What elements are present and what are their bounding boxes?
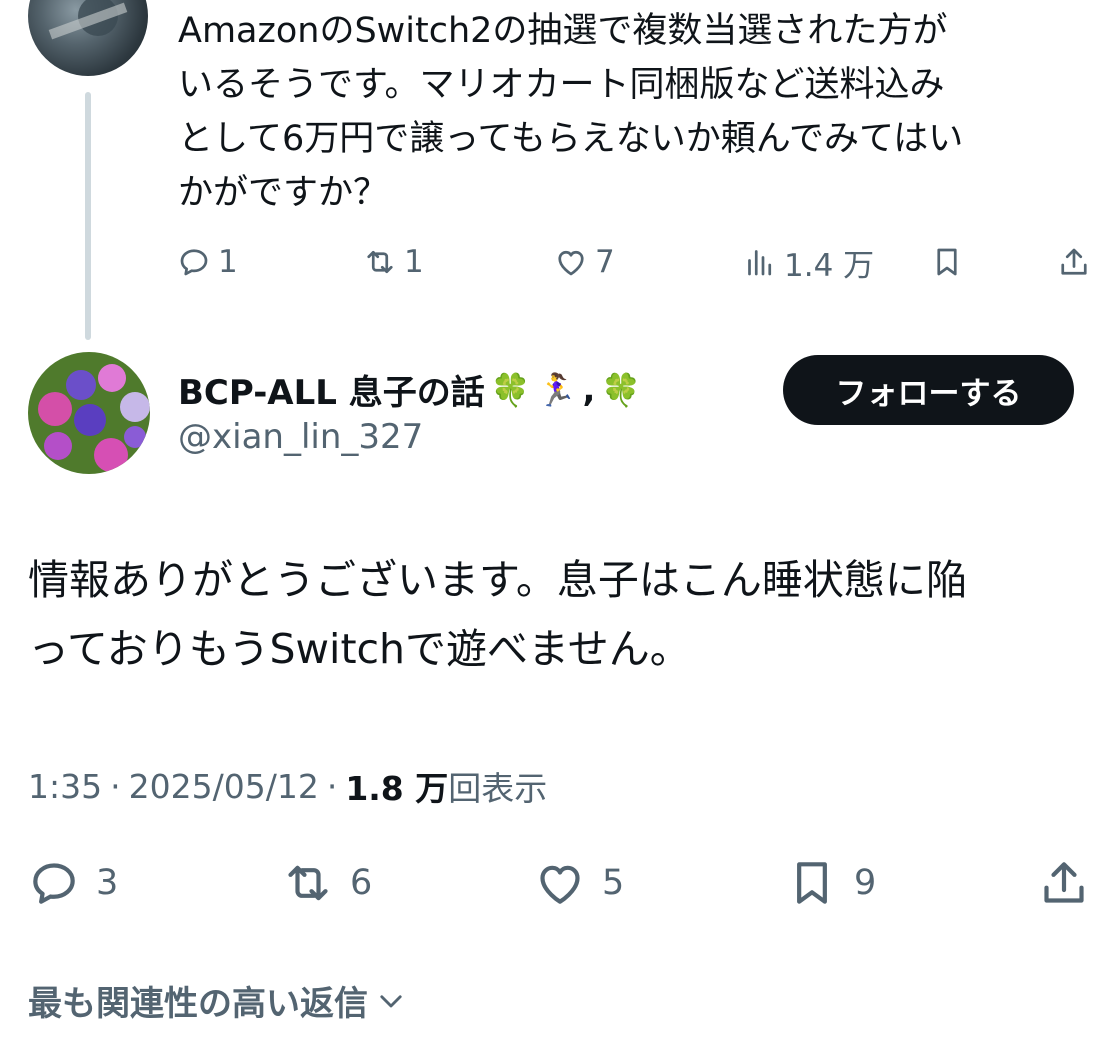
- chevron-down-icon: [380, 994, 402, 1007]
- parent-reply-count: 1: [218, 244, 238, 280]
- views-label: 回表示: [448, 769, 548, 808]
- parent-text-line: いるそうです。マリオカート同梱版など送料込み: [178, 65, 945, 105]
- parent-repost-count: 1: [404, 244, 424, 280]
- display-name: BCP-ALL 息子の話: [178, 373, 485, 413]
- tweet-text-line: っておりもうSwitchで遊べません。: [28, 625, 691, 673]
- parent-repost-button[interactable]: 1: [362, 236, 424, 288]
- like-count: 5: [602, 863, 625, 903]
- reply-button[interactable]: 3: [26, 853, 118, 913]
- tweet-date[interactable]: 2025/05/12: [129, 767, 319, 806]
- meta-separator: ·: [326, 766, 338, 806]
- parent-views-button[interactable]: 1.4 万: [742, 236, 874, 288]
- parent-text-line: として6万円で譲ってもらえないか頼んでみてはい: [178, 119, 964, 159]
- reply-sort-dropdown[interactable]: 最も関連性の高い返信: [28, 976, 408, 1025]
- bookmark-icon: [797, 862, 827, 904]
- tweet-metadata: 1:35 · 2025/05/12 · 1.8 万 回表示: [28, 762, 547, 810]
- tweet-text-line: 情報ありがとうございます。息子はこん睡状態に陥: [28, 556, 967, 604]
- repost-count: 6: [350, 863, 373, 903]
- views-bar-chart-icon: [748, 250, 772, 276]
- clover-emoji: 🍀: [490, 370, 531, 409]
- author-name[interactable]: BCP-ALL 息子の話 🍀 🏃‍♀️ , 🍀: [178, 365, 641, 414]
- bookmark-icon: [937, 248, 957, 276]
- share-button[interactable]: [1036, 853, 1092, 913]
- parent-bookmark-button[interactable]: [929, 236, 965, 288]
- share-icon: [1061, 248, 1087, 275]
- repost-icon: [288, 865, 328, 901]
- thread-connector-line: [85, 92, 91, 340]
- meta-separator: ·: [110, 766, 121, 806]
- reply-icon: [180, 249, 208, 276]
- reply-count: 3: [96, 863, 119, 903]
- reply-icon: [33, 863, 75, 904]
- parent-avatar[interactable]: [28, 0, 148, 76]
- follow-button[interactable]: フォローする: [783, 355, 1074, 425]
- parent-text-line: かがですか？: [178, 173, 389, 213]
- parent-views-count: 1.4 万: [784, 247, 875, 284]
- tweet-time[interactable]: 1:35: [28, 767, 102, 806]
- repost-button[interactable]: 6: [280, 853, 372, 913]
- parent-tweet-text: AmazonのSwitch2の抽選で複数当選された方が いるそうです。マリオカー…: [178, 4, 1088, 220]
- sort-label: 最も関連性の高い返信: [28, 984, 368, 1024]
- author-handle[interactable]: @xian_lin_327: [178, 417, 423, 457]
- author-avatar[interactable]: [28, 352, 150, 474]
- parent-text-line: AmazonのSwitch2の抽選で複数当選された方が: [178, 11, 948, 51]
- parent-share-button[interactable]: [1056, 236, 1092, 288]
- heart-icon: [540, 865, 580, 904]
- name-comma: ,: [582, 369, 596, 410]
- heart-icon: [558, 250, 584, 276]
- parent-reply-button[interactable]: 1: [176, 236, 238, 288]
- like-button[interactable]: 5: [532, 853, 624, 913]
- bookmark-count: 9: [854, 863, 877, 903]
- view-count: 1.8 万: [345, 769, 449, 808]
- runner-emoji: 🏃‍♀️: [536, 370, 577, 409]
- bookmark-button[interactable]: 9: [784, 853, 876, 913]
- repost-icon: [367, 250, 393, 274]
- clover-emoji: 🍀: [601, 370, 642, 409]
- tweet-text: 情報ありがとうございます。息子はこん睡状態に陥 っておりもうSwitchで遊べま…: [28, 546, 1098, 684]
- parent-like-button[interactable]: 7: [553, 236, 615, 288]
- share-icon: [1044, 862, 1084, 903]
- parent-like-count: 7: [595, 244, 615, 280]
